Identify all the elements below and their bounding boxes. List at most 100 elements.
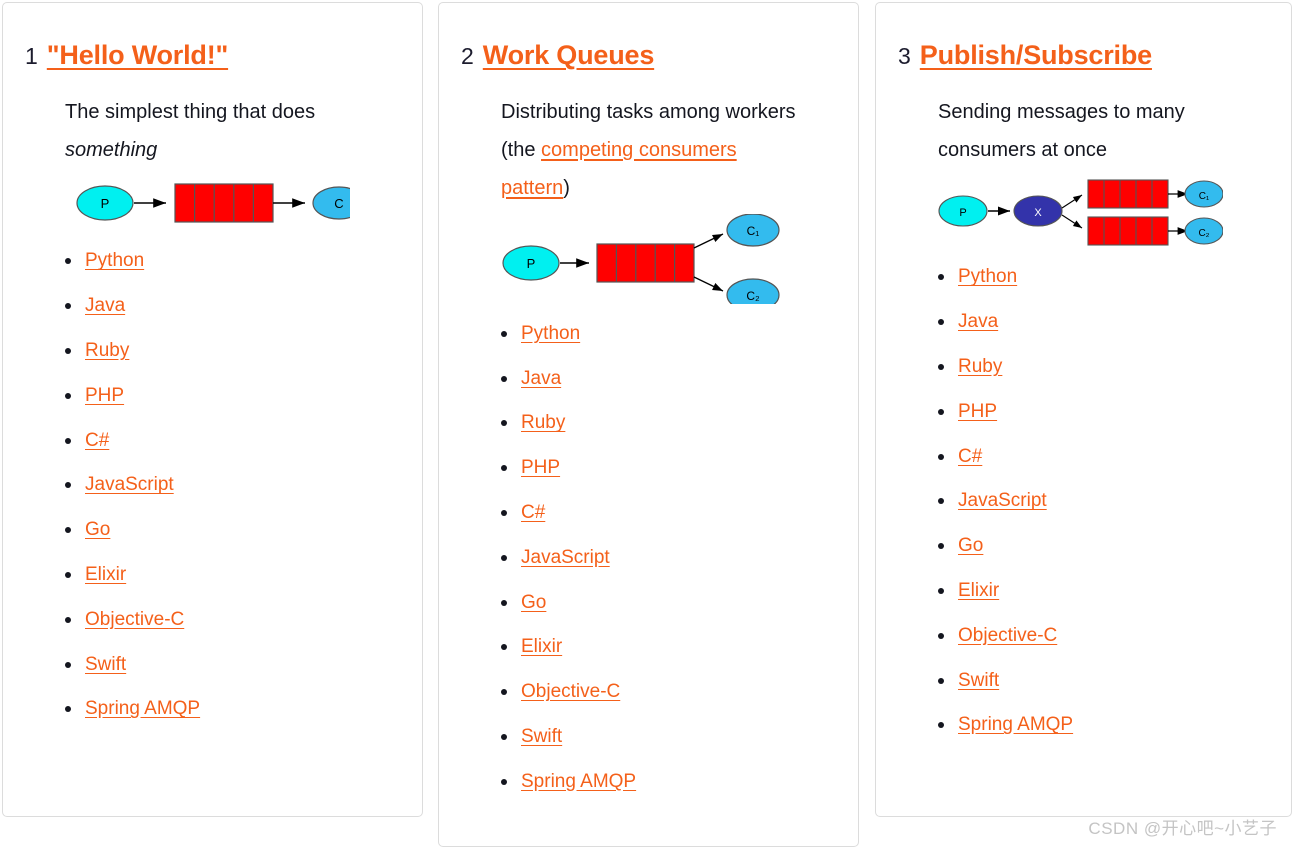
language-link-go[interactable]: Go bbox=[85, 519, 110, 540]
list-item: Swift bbox=[938, 670, 1269, 693]
language-link-ruby[interactable]: Ruby bbox=[521, 412, 565, 433]
card-heading: 1 "Hello World!" bbox=[25, 40, 400, 71]
list-item: JavaScript bbox=[501, 547, 836, 570]
language-link-objective-c[interactable]: Objective-C bbox=[521, 681, 620, 702]
list-item: C# bbox=[501, 502, 836, 525]
language-link-elixir[interactable]: Elixir bbox=[521, 636, 562, 657]
list-item: C# bbox=[65, 430, 400, 453]
list-item: JavaScript bbox=[65, 474, 400, 497]
list-item: Python bbox=[938, 266, 1269, 289]
language-link-python[interactable]: Python bbox=[958, 266, 1017, 287]
language-link-objective-c[interactable]: Objective-C bbox=[85, 609, 184, 630]
language-link-python[interactable]: Python bbox=[85, 250, 144, 271]
language-link-php[interactable]: PHP bbox=[521, 457, 560, 478]
hello-world-diagram-svg: P C bbox=[76, 183, 366, 224]
list-item: Elixir bbox=[501, 636, 836, 659]
svg-text:C₂: C₂ bbox=[1198, 228, 1209, 239]
language-link-javascript[interactable]: JavaScript bbox=[85, 474, 174, 495]
language-link-php[interactable]: PHP bbox=[85, 385, 124, 406]
language-link-csharp[interactable]: C# bbox=[521, 502, 545, 523]
language-link-java[interactable]: Java bbox=[958, 311, 998, 332]
language-link-csharp[interactable]: C# bbox=[958, 446, 982, 467]
svg-text:C₁: C₁ bbox=[1199, 191, 1210, 202]
card-description: Distributing tasks among workers (the co… bbox=[501, 93, 801, 208]
description-text: The simplest thing that does bbox=[65, 100, 316, 123]
list-item: Python bbox=[501, 323, 836, 346]
language-link-ruby[interactable]: Ruby bbox=[85, 340, 129, 361]
list-item: Spring AMQP bbox=[501, 771, 836, 794]
language-link-go[interactable]: Go bbox=[958, 535, 983, 556]
language-link-objective-c[interactable]: Objective-C bbox=[958, 625, 1057, 646]
list-item: JavaScript bbox=[938, 490, 1269, 513]
language-link-csharp[interactable]: C# bbox=[85, 430, 109, 451]
list-item: PHP bbox=[938, 401, 1269, 424]
list-item: PHP bbox=[501, 457, 836, 480]
card-description: The simplest thing that does something bbox=[65, 93, 365, 170]
language-link-javascript[interactable]: JavaScript bbox=[521, 547, 610, 568]
language-list: Python Java Ruby PHP C# JavaScript Go El… bbox=[898, 266, 1269, 737]
list-item: Ruby bbox=[938, 356, 1269, 379]
list-item: Ruby bbox=[65, 340, 400, 363]
list-item: Elixir bbox=[65, 564, 400, 587]
language-link-swift[interactable]: Swift bbox=[85, 654, 126, 675]
hello-world-diagram: P C bbox=[65, 175, 400, 236]
svg-text:C₁: C₁ bbox=[747, 224, 760, 238]
language-link-java[interactable]: Java bbox=[521, 368, 561, 389]
work-queues-diagram-svg: P C₁ C₂ bbox=[502, 213, 780, 312]
list-item: Swift bbox=[65, 654, 400, 677]
card-heading: 2 Work Queues bbox=[461, 40, 836, 71]
card-title-link[interactable]: Work Queues bbox=[483, 40, 655, 71]
svg-text:C₂: C₂ bbox=[746, 289, 760, 303]
list-item: Go bbox=[65, 519, 400, 542]
list-item: Spring AMQP bbox=[938, 714, 1269, 737]
language-link-swift[interactable]: Swift bbox=[958, 670, 999, 691]
language-link-elixir[interactable]: Elixir bbox=[958, 580, 999, 601]
card-number: 3 bbox=[898, 43, 911, 69]
svg-text:P: P bbox=[527, 256, 536, 271]
language-link-python[interactable]: Python bbox=[521, 323, 580, 344]
list-item: Go bbox=[938, 535, 1269, 558]
svg-text:C: C bbox=[334, 196, 343, 211]
language-link-swift[interactable]: Swift bbox=[521, 726, 562, 747]
list-item: Elixir bbox=[938, 580, 1269, 603]
card-description: Sending messages to many consumers at on… bbox=[938, 100, 1185, 162]
list-item: Objective-C bbox=[938, 625, 1269, 648]
list-item: Objective-C bbox=[501, 681, 836, 704]
description-emphasis: something bbox=[65, 139, 158, 162]
list-item: Go bbox=[501, 592, 836, 615]
card-number: 2 bbox=[461, 43, 474, 69]
list-item: Java bbox=[65, 295, 400, 318]
list-item: Swift bbox=[501, 726, 836, 749]
tutorial-card-work-queues: 2 Work Queues Distributing tasks among w… bbox=[438, 2, 859, 847]
card-number: 1 bbox=[25, 43, 38, 69]
tutorials-grid: 1 "Hello World!" The simplest thing that… bbox=[0, 0, 1293, 851]
language-link-spring-amqp[interactable]: Spring AMQP bbox=[958, 714, 1073, 735]
list-item: Python bbox=[65, 250, 400, 273]
language-link-spring-amqp[interactable]: Spring AMQP bbox=[521, 771, 636, 792]
language-link-java[interactable]: Java bbox=[85, 295, 125, 316]
language-list: Python Java Ruby PHP C# JavaScript Go El… bbox=[461, 323, 836, 794]
language-link-ruby[interactable]: Ruby bbox=[958, 356, 1002, 377]
list-item: Java bbox=[501, 368, 836, 391]
language-link-go[interactable]: Go bbox=[521, 592, 546, 613]
svg-text:X: X bbox=[1034, 207, 1042, 219]
list-item: Ruby bbox=[501, 412, 836, 435]
tutorial-card-hello-world: 1 "Hello World!" The simplest thing that… bbox=[2, 2, 423, 817]
language-link-javascript[interactable]: JavaScript bbox=[958, 490, 1047, 511]
list-item: C# bbox=[938, 446, 1269, 469]
language-link-php[interactable]: PHP bbox=[958, 401, 997, 422]
list-item: Spring AMQP bbox=[65, 698, 400, 721]
language-link-elixir[interactable]: Elixir bbox=[85, 564, 126, 585]
card-heading: 3 Publish/Subscribe bbox=[898, 40, 1269, 71]
description-suffix: ) bbox=[563, 177, 570, 200]
list-item: PHP bbox=[65, 385, 400, 408]
publish-subscribe-diagram: P X C₁ C₂ bbox=[938, 175, 1269, 252]
list-item: Java bbox=[938, 311, 1269, 334]
svg-text:P: P bbox=[101, 196, 110, 211]
svg-text:P: P bbox=[959, 207, 966, 219]
card-title-link[interactable]: "Hello World!" bbox=[47, 40, 228, 71]
tutorial-card-publish-subscribe: 3 Publish/Subscribe Sending messages to … bbox=[875, 2, 1292, 817]
card-title-link[interactable]: Publish/Subscribe bbox=[920, 40, 1152, 71]
publish-subscribe-diagram-svg: P X C₁ C₂ bbox=[938, 179, 1224, 247]
language-link-spring-amqp[interactable]: Spring AMQP bbox=[85, 698, 200, 719]
